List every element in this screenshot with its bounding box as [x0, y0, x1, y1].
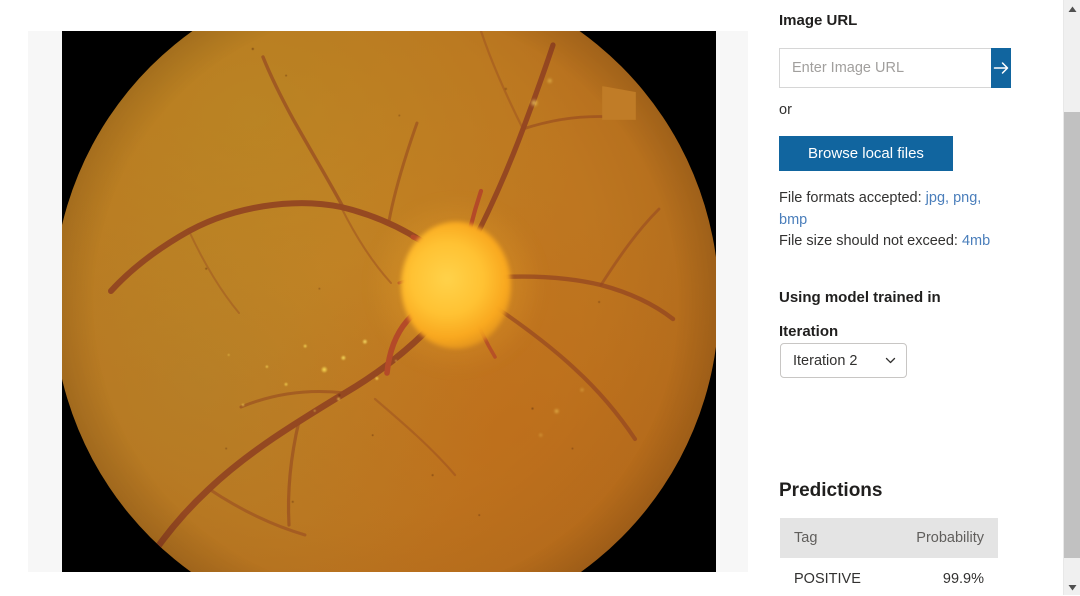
or-divider-text: or	[779, 102, 792, 118]
triangle-up-icon	[1068, 0, 1077, 18]
iteration-label: Iteration	[779, 323, 839, 340]
page-scrollbar[interactable]	[1063, 0, 1080, 595]
scroll-up-button[interactable]	[1064, 0, 1080, 17]
iteration-select-value: Iteration 2	[793, 352, 858, 369]
column-header-tag: Tag	[780, 518, 889, 558]
submit-url-button[interactable]	[991, 48, 1011, 88]
table-row: POSITIVE 99.9%	[780, 558, 998, 595]
file-requirements-text: File formats accepted: jpg, png, bmp Fil…	[779, 188, 1007, 253]
file-size-value: 4mb	[961, 233, 991, 249]
chevron-down-icon	[884, 354, 897, 367]
column-header-probability: Probability	[888, 518, 998, 558]
arrow-right-icon	[991, 58, 1011, 78]
predictions-table: Tag Probability POSITIVE 99.9%	[780, 518, 998, 595]
image-url-input-row	[779, 48, 1011, 88]
image-preview-panel	[28, 31, 748, 572]
quick-test-sidebar: Image URL or Browse local files File for…	[770, 0, 1060, 595]
predictions-title: Predictions	[779, 480, 883, 501]
model-section-label: Using model trained in	[779, 289, 941, 306]
prediction-tag: POSITIVE	[780, 558, 889, 595]
iteration-select[interactable]: Iteration 2	[780, 343, 907, 378]
file-formats-prefix: File formats accepted:	[779, 190, 926, 206]
scrollbar-thumb[interactable]	[1064, 112, 1080, 558]
browse-local-files-button[interactable]: Browse local files	[779, 136, 953, 171]
image-url-input[interactable]	[779, 48, 991, 88]
table-header-row: Tag Probability	[780, 518, 998, 558]
uploaded-image-frame	[62, 31, 716, 572]
file-size-prefix: File size should not exceed:	[779, 233, 962, 249]
scroll-down-button[interactable]	[1064, 578, 1080, 595]
triangle-down-icon	[1068, 578, 1077, 596]
image-url-label: Image URL	[779, 12, 858, 29]
prediction-probability: 99.9%	[888, 558, 998, 595]
